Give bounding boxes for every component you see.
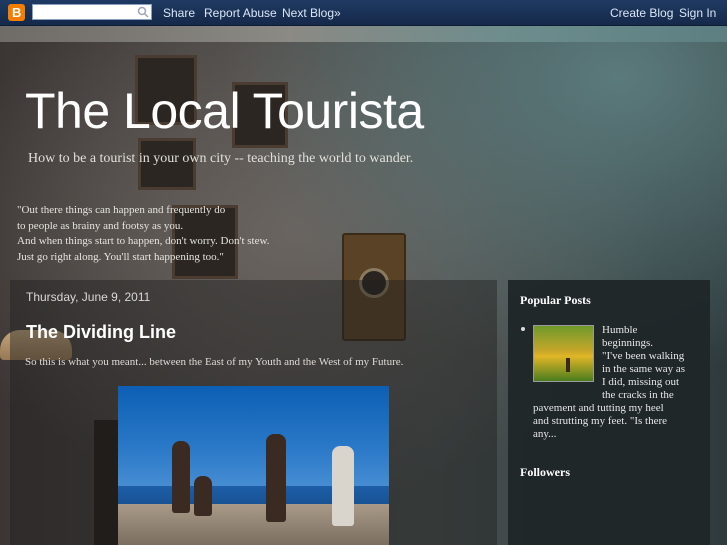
blogger-logo-letter: B bbox=[12, 5, 22, 20]
photo-person bbox=[172, 441, 190, 513]
photo-person bbox=[194, 476, 212, 516]
quote-line: And when things start to happen, don't w… bbox=[17, 235, 270, 247]
search-icon[interactable] bbox=[137, 6, 149, 18]
snippet-line: Humble bbox=[602, 324, 638, 336]
photo-person bbox=[332, 446, 354, 526]
popular-post-snippet-continued: pavement and tutting my heel and strutti… bbox=[533, 402, 667, 441]
post-date: Thursday, June 9, 2011 bbox=[26, 290, 151, 304]
quote-line: "Out there things can happen and frequen… bbox=[17, 204, 226, 216]
snippet-line: and strutting my feet. "Is there bbox=[533, 415, 668, 427]
sign-in-link[interactable]: Sign In bbox=[679, 6, 716, 20]
popular-post-thumbnail[interactable] bbox=[533, 325, 594, 382]
report-abuse-link[interactable]: Report Abuse bbox=[204, 6, 277, 20]
search-input[interactable] bbox=[32, 4, 152, 20]
header-top-band bbox=[0, 26, 727, 42]
post-photo[interactable] bbox=[118, 386, 389, 545]
blog-description: How to be a tourist in your own city -- … bbox=[28, 151, 414, 166]
share-link[interactable]: Share bbox=[163, 6, 195, 20]
blogger-navbar: B Share Report Abuse Next Blog» Create B… bbox=[0, 0, 727, 26]
snippet-line: "I've been walking bbox=[602, 350, 685, 362]
header-quote: "Out there things can happen and frequen… bbox=[17, 203, 269, 265]
post-title[interactable]: The Dividing Line bbox=[26, 322, 176, 343]
blog-title[interactable]: The Local Tourista bbox=[25, 82, 424, 140]
snippet-line: any... bbox=[533, 428, 557, 440]
popular-posts-heading: Popular Posts bbox=[520, 293, 591, 307]
snippet-line: the cracks in the bbox=[602, 389, 674, 401]
thumbnail-figure bbox=[566, 358, 570, 372]
list-bullet bbox=[521, 327, 525, 331]
snippet-line: beginnings. bbox=[602, 337, 654, 349]
popular-post-snippet[interactable]: Humble beginnings. "I've been walking in… bbox=[602, 324, 685, 402]
next-blog-link[interactable]: Next Blog» bbox=[282, 6, 341, 20]
quote-line: Just go right along. You'll start happen… bbox=[17, 250, 224, 263]
followers-heading: Followers bbox=[520, 465, 570, 479]
create-blog-link[interactable]: Create Blog bbox=[610, 6, 673, 20]
snippet-line: I did, missing out bbox=[602, 376, 680, 388]
snippet-line: pavement and tutting my heel bbox=[533, 402, 664, 414]
post-body-text: So this is what you meant... between the… bbox=[25, 356, 404, 368]
snippet-line: in the same way as bbox=[602, 363, 686, 375]
quote-line: to people as brainy and footsy as you. bbox=[17, 219, 184, 232]
photo-person bbox=[266, 434, 286, 522]
blogger-logo-icon[interactable]: B bbox=[8, 4, 25, 21]
